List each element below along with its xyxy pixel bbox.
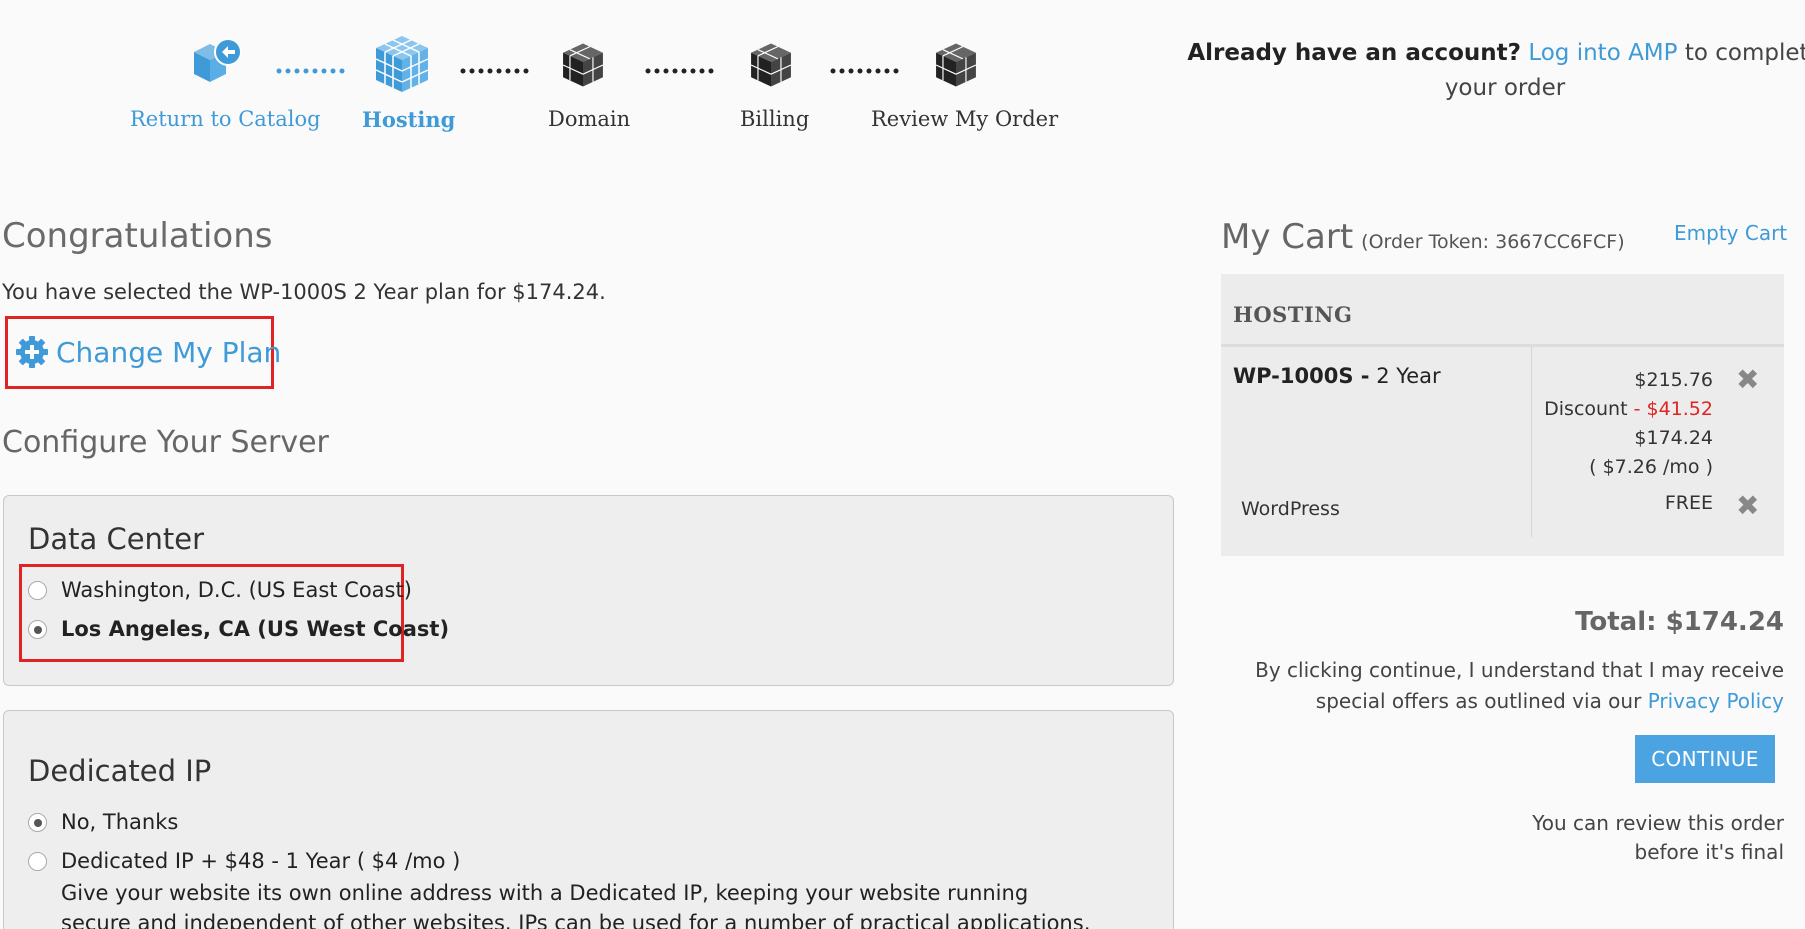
- disclaimer: By clicking continue, I understand that …: [1230, 655, 1784, 717]
- change-plan-label: Change My Plan: [56, 335, 282, 369]
- option-label: Los Angeles, CA (US West Coast): [61, 617, 450, 641]
- cart-item-pricing: $215.76 Discount - $41.52 $174.24 ( $7.2…: [1541, 366, 1713, 482]
- step-return-to-catalog[interactable]: Return to Catalog: [130, 107, 321, 131]
- item-monthly: ( $7.26 /mo ): [1589, 456, 1713, 478]
- cart-box: HOSTING WP-1000S - 2 Year $215.76 Discou…: [1221, 274, 1784, 556]
- discount-line: Discount - $41.52: [1541, 395, 1713, 424]
- gear-plus-icon: [16, 336, 48, 368]
- data-center-option-east[interactable]: Washington, D.C. (US East Coast): [28, 578, 412, 602]
- data-center-panel: Data Center Washington, D.C. (US East Co…: [3, 495, 1174, 686]
- discount-label: Discount: [1544, 398, 1628, 420]
- section-divider: [1221, 344, 1784, 347]
- item-subtotal: $174.24: [1634, 427, 1713, 449]
- dedicated-ip-option-none[interactable]: No, Thanks: [28, 810, 178, 834]
- account-prompt: Already have an account? Log into AMP to…: [1180, 36, 1805, 106]
- login-link[interactable]: Log into AMP: [1528, 40, 1677, 66]
- empty-cart-link[interactable]: Empty Cart: [1674, 221, 1787, 245]
- cart-item-name: WP-1000S - 2 Year: [1233, 364, 1441, 388]
- change-plan-button[interactable]: Change My Plan: [15, 335, 281, 369]
- addon-name: WordPress: [1241, 498, 1340, 520]
- cart-title: My Cart: [1221, 217, 1354, 257]
- cart-total: Total: $174.24: [1575, 607, 1784, 637]
- item-price: $215.76: [1634, 369, 1713, 391]
- step-billing: Billing: [740, 107, 810, 131]
- plan-selection-text: You have selected the WP-1000S 2 Year pl…: [2, 280, 606, 304]
- data-center-title: Data Center: [28, 522, 205, 556]
- dedicated-ip-option-add[interactable]: Dedicated IP + $48 - 1 Year ( $4 /mo ): [28, 849, 460, 873]
- step-connector: [830, 68, 899, 74]
- cart-section-title: HOSTING: [1233, 302, 1353, 327]
- return-cube-icon[interactable]: [188, 34, 248, 94]
- configure-title: Configure Your Server: [2, 425, 329, 460]
- domain-cube-icon: [562, 43, 604, 87]
- data-center-option-west[interactable]: Los Angeles, CA (US West Coast): [28, 617, 449, 641]
- option-label: No, Thanks: [61, 810, 179, 834]
- step-review-my-order: Review My Order: [871, 107, 1059, 131]
- addon-price: FREE: [1664, 492, 1713, 514]
- dedicated-ip-title: Dedicated IP: [28, 754, 212, 788]
- dedicated-ip-description: Give your website its own online address…: [61, 881, 1091, 929]
- step-hosting[interactable]: Hosting: [362, 107, 455, 132]
- radio-button[interactable]: [28, 851, 47, 871]
- remove-item-icon[interactable]: ✖: [1736, 366, 1759, 394]
- column-divider: [1531, 347, 1532, 537]
- option-label: Dedicated IP + $48 - 1 Year ( $4 /mo ): [61, 849, 461, 873]
- step-connector: [645, 68, 714, 74]
- cart-header: My Cart (Order Token: 3667CC6FCF): [1221, 217, 1625, 257]
- page-title: Congratulations: [2, 216, 273, 256]
- item-term: 2 Year: [1376, 364, 1441, 388]
- radio-button[interactable]: [28, 580, 47, 600]
- billing-cube-icon: [750, 43, 792, 87]
- dedicated-ip-panel: Dedicated IP No, Thanks Dedicated IP + $…: [3, 710, 1174, 929]
- continue-button[interactable]: CONTINUE: [1635, 735, 1775, 783]
- remove-addon-icon[interactable]: ✖: [1736, 492, 1759, 520]
- hosting-cube-icon[interactable]: [372, 34, 432, 94]
- account-question: Already have an account?: [1187, 40, 1521, 66]
- discount-value: - $41.52: [1633, 398, 1713, 420]
- radio-button-selected[interactable]: [28, 619, 47, 639]
- review-note: You can review this order before it's fi…: [1532, 811, 1784, 864]
- privacy-policy-link[interactable]: Privacy Policy: [1648, 689, 1784, 713]
- step-domain: Domain: [548, 107, 631, 131]
- radio-button-selected[interactable]: [28, 812, 47, 832]
- order-token: (Order Token: 3667CC6FCF): [1361, 231, 1625, 253]
- option-label: Washington, D.C. (US East Coast): [61, 578, 412, 602]
- step-connector: [460, 68, 529, 74]
- item-name: WP-1000S -: [1233, 364, 1370, 388]
- step-connector: [276, 68, 345, 74]
- review-cube-icon: [935, 43, 977, 87]
